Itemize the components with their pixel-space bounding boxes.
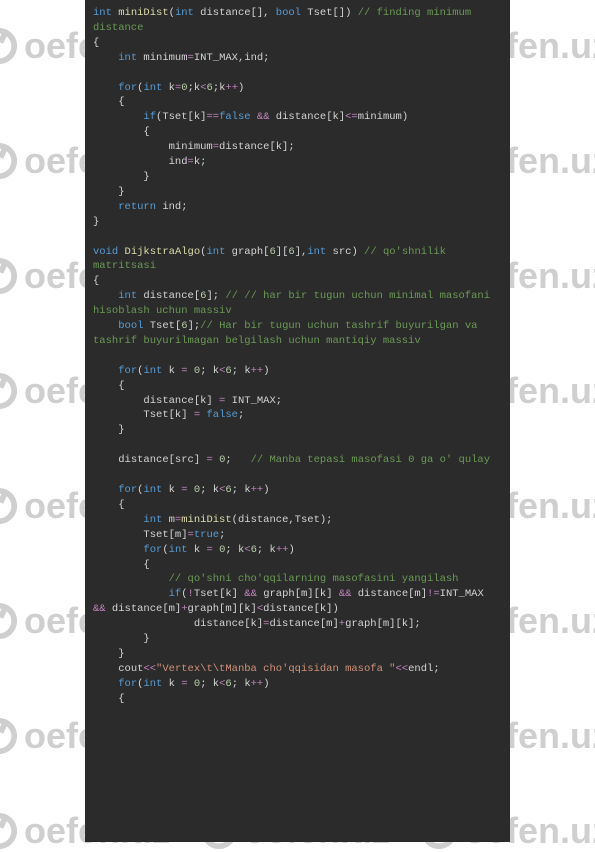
code-block: int miniDist(int distance[], bool Tset[]… [85, 0, 510, 842]
